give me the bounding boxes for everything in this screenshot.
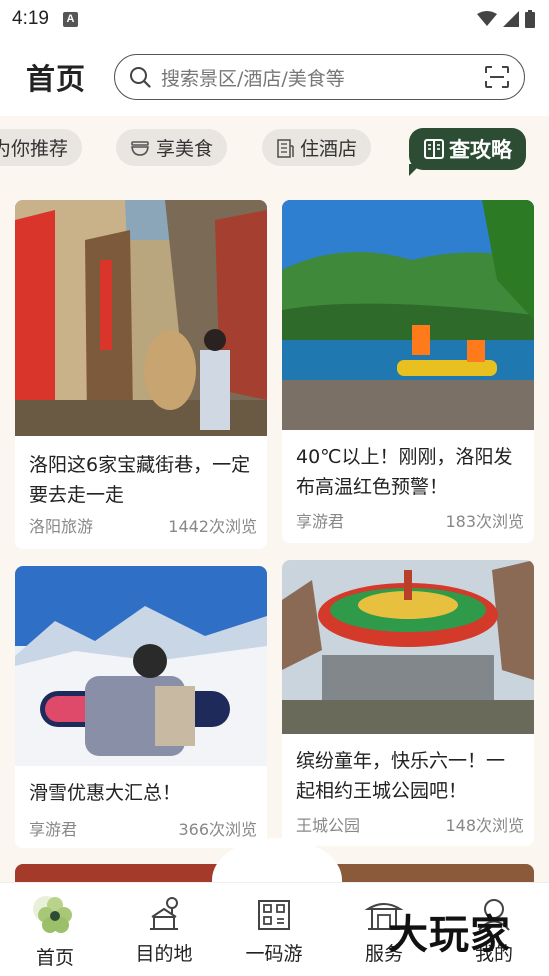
hotel-building-icon bbox=[276, 138, 294, 158]
category-chips: 为你推荐 享美食 住酒店 查攻略 bbox=[0, 116, 549, 182]
status-bar: 4:19 A bbox=[0, 0, 549, 38]
chip-hotel[interactable]: 住酒店 bbox=[262, 129, 372, 166]
card-title: 缤纷童年，快乐六一！一起相约王城公园吧！ bbox=[296, 750, 506, 802]
watermark-text: 大玩家 bbox=[388, 912, 511, 958]
qr-tour-icon bbox=[258, 900, 290, 930]
status-indicators bbox=[477, 10, 535, 28]
search-placeholder: 搜索景区/酒店/美食等 bbox=[161, 67, 345, 90]
chip-recommend[interactable]: 为你推荐 bbox=[0, 129, 83, 166]
nav-qr-tour[interactable]: 一码游 bbox=[224, 895, 324, 966]
page-title: 首页 bbox=[26, 62, 87, 96]
card-source: 享游君 bbox=[296, 512, 345, 531]
chip-label: 享美食 bbox=[156, 138, 214, 160]
chip-guide[interactable]: 查攻略 bbox=[409, 128, 526, 170]
status-time: 4:19 bbox=[12, 8, 49, 29]
feed-card[interactable]: 洛阳这6家宝藏街巷，一定要去走一走 洛阳旅游 1442次浏览 bbox=[15, 200, 267, 549]
feed-card[interactable]: 40℃以上！刚刚，洛阳发布高温红色预警！ 享游君 183次浏览 bbox=[282, 200, 534, 543]
card-views: 366次浏览 bbox=[178, 820, 257, 839]
card-views: 1442次浏览 bbox=[168, 517, 257, 536]
notification-icon: A bbox=[62, 11, 78, 27]
nav-label: 目的地 bbox=[135, 943, 193, 965]
food-bowl-icon bbox=[130, 139, 150, 157]
card-image-skiing bbox=[15, 566, 267, 766]
guidebook-icon bbox=[423, 138, 445, 160]
nav-label: 一码游 bbox=[245, 943, 303, 965]
card-meta: 享游君 183次浏览 bbox=[296, 508, 524, 532]
chip-food[interactable]: 享美食 bbox=[116, 129, 228, 166]
card-source: 王城公园 bbox=[296, 816, 361, 835]
card-title: 洛阳这6家宝藏街巷，一定要去走一走 bbox=[29, 454, 251, 506]
card-image-street bbox=[15, 200, 267, 436]
battery-icon bbox=[525, 10, 535, 28]
feed-card[interactable]: 缤纷童年，快乐六一！一起相约王城公园吧！ 王城公园 148次浏览 bbox=[282, 560, 534, 846]
card-image-rafting bbox=[282, 200, 534, 430]
card-title: 滑雪优惠大汇总！ bbox=[29, 782, 182, 804]
nav-home[interactable]: 首页 bbox=[5, 895, 105, 970]
search-input[interactable]: 搜索景区/酒店/美食等 bbox=[114, 54, 525, 100]
card-source: 洛阳旅游 bbox=[29, 517, 94, 536]
chip-label: 为你推荐 bbox=[0, 138, 69, 160]
card-source: 享游君 bbox=[29, 820, 78, 839]
home-flower-icon bbox=[33, 896, 72, 933]
card-meta: 王城公园 148次浏览 bbox=[296, 812, 524, 836]
feed-card[interactable]: 滑雪优惠大汇总！ 享游君 366次浏览 bbox=[15, 566, 267, 848]
search-icon bbox=[130, 67, 151, 88]
scan-icon[interactable] bbox=[484, 65, 510, 89]
signal-icon bbox=[503, 11, 519, 27]
top-header: 首页 搜索景区/酒店/美食等 bbox=[0, 38, 549, 116]
card-image-carousel bbox=[282, 560, 534, 734]
chip-label: 住酒店 bbox=[300, 138, 358, 160]
card-meta: 洛阳旅游 1442次浏览 bbox=[29, 513, 257, 537]
destination-icon bbox=[150, 897, 178, 930]
nav-label: 首页 bbox=[35, 947, 74, 969]
nav-destination[interactable]: 目的地 bbox=[114, 895, 214, 966]
chip-label: 查攻略 bbox=[449, 138, 512, 162]
wifi-icon bbox=[477, 11, 497, 26]
card-views: 148次浏览 bbox=[445, 816, 524, 835]
card-title: 40℃以上！刚刚，洛阳发布高温红色预警！ bbox=[296, 446, 513, 498]
card-meta: 享游君 366次浏览 bbox=[29, 816, 257, 840]
card-views: 183次浏览 bbox=[445, 512, 524, 531]
